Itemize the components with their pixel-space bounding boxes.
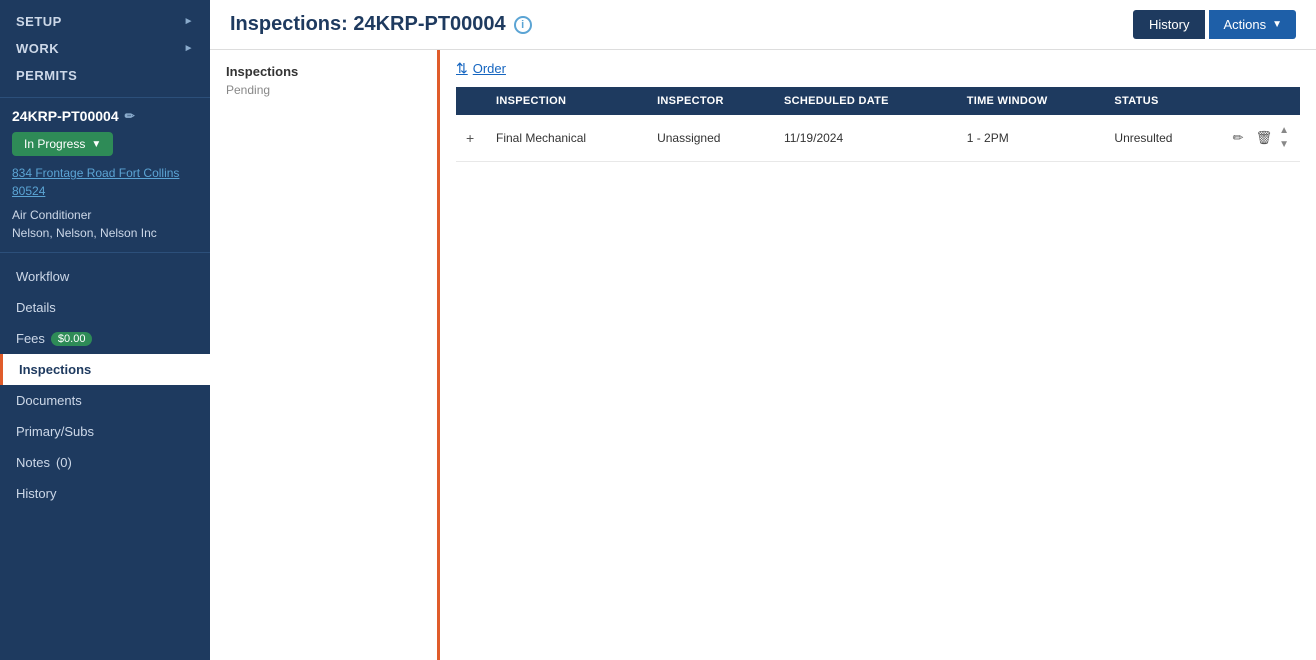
sidebar-nav: Workflow Details Fees $0.00 Inspections … xyxy=(0,253,210,660)
primary-subs-label: Primary/Subs xyxy=(16,424,94,439)
left-panel: Inspections Pending xyxy=(210,50,440,660)
header-actions: History Actions ▼ xyxy=(1133,10,1296,39)
table-row: + Final Mechanical Unassigned 11/19/2024… xyxy=(456,115,1300,162)
row-status: Unresulted xyxy=(1104,115,1218,162)
address-line2: 80524 xyxy=(12,184,45,198)
sidebar: SETUP ► WORK ► PERMITS 24KRP-PT00004 ✏ I… xyxy=(0,0,210,660)
panel-section-title: Inspections xyxy=(226,64,421,79)
col-scheduled-date: SCHEDULED DATE xyxy=(774,87,957,115)
sidebar-item-setup[interactable]: SETUP ► xyxy=(0,8,210,35)
sidebar-item-details[interactable]: Details xyxy=(0,292,210,323)
edit-row-button[interactable]: ✏ xyxy=(1229,128,1248,148)
table-header: INSPECTION INSPECTOR SCHEDULED DATE TIME… xyxy=(456,87,1300,115)
setup-label: SETUP xyxy=(16,14,62,29)
history-label: History xyxy=(16,486,56,501)
sidebar-item-permits[interactable]: PERMITS xyxy=(0,62,210,89)
work-label: WORK xyxy=(16,41,59,56)
sidebar-item-workflow[interactable]: Workflow xyxy=(0,261,210,292)
details-label: Details xyxy=(16,300,56,315)
row-action-buttons: ✏ 🗑 ▲ ▼ xyxy=(1219,115,1300,162)
actions-button[interactable]: Actions ▼ xyxy=(1209,10,1296,39)
top-navigation: SETUP ► WORK ► PERMITS xyxy=(0,0,210,98)
sidebar-item-work[interactable]: WORK ► xyxy=(0,35,210,62)
order-link[interactable]: ⇅ Order xyxy=(456,60,506,77)
sidebar-item-primary-subs[interactable]: Primary/Subs xyxy=(0,416,210,447)
page-title: Inspections: 24KRP-PT00004 i xyxy=(230,13,532,36)
delete-row-button[interactable]: 🗑 xyxy=(1252,128,1277,148)
row-inspector: Unassigned xyxy=(647,115,774,162)
permit-id-row: 24KRP-PT00004 ✏ xyxy=(12,108,198,124)
row-inspection-name: Final Mechanical xyxy=(486,115,647,162)
permit-description: Air Conditioner Nelson, Nelson, Nelson I… xyxy=(12,206,198,242)
work-chevron-icon: ► xyxy=(184,43,194,54)
desc-line1: Air Conditioner xyxy=(12,206,198,224)
actions-caret-icon: ▼ xyxy=(1272,19,1282,30)
sidebar-item-notes[interactable]: Notes (0) xyxy=(0,447,210,478)
col-time-window: TIME WINDOW xyxy=(957,87,1105,115)
sidebar-item-inspections[interactable]: Inspections xyxy=(0,354,210,385)
address-line1: 834 Frontage Road Fort Collins xyxy=(12,166,179,180)
actions-label: Actions xyxy=(1223,17,1266,32)
inspections-label: Inspections xyxy=(19,362,91,377)
main-content: Inspections: 24KRP-PT00004 i History Act… xyxy=(210,0,1316,660)
col-status: STATUS xyxy=(1104,87,1218,115)
permits-label: PERMITS xyxy=(16,68,77,83)
col-expand xyxy=(456,87,486,115)
main-header: Inspections: 24KRP-PT00004 i History Act… xyxy=(210,0,1316,50)
notes-label: Notes xyxy=(16,455,50,470)
fees-label: Fees xyxy=(16,331,45,346)
permit-edit-icon[interactable]: ✏ xyxy=(125,109,135,123)
status-arrow-icon: ▼ xyxy=(91,139,101,150)
col-inspector: INSPECTOR xyxy=(647,87,774,115)
row-scheduled-date: 11/19/2024 xyxy=(774,115,957,162)
permit-info-section: 24KRP-PT00004 ✏ In Progress ▼ 834 Fronta… xyxy=(0,98,210,253)
col-inspection: INSPECTION xyxy=(486,87,647,115)
content-area: Inspections Pending ⇅ Order INSPECTION I… xyxy=(210,50,1316,660)
permit-address[interactable]: 834 Frontage Road Fort Collins 80524 xyxy=(12,164,198,200)
sidebar-item-history[interactable]: History xyxy=(0,478,210,509)
scroll-arrow-group: ▲ ▼ xyxy=(1278,125,1290,151)
row-expand-cell[interactable]: + xyxy=(456,115,486,162)
table-body: + Final Mechanical Unassigned 11/19/2024… xyxy=(456,115,1300,162)
desc-line2: Nelson, Nelson, Nelson Inc xyxy=(12,224,198,242)
panel-section-subtitle: Pending xyxy=(226,83,421,97)
setup-chevron-icon: ► xyxy=(184,16,194,27)
sidebar-item-fees[interactable]: Fees $0.00 xyxy=(0,323,210,354)
scroll-up-button[interactable]: ▲ xyxy=(1278,125,1290,137)
scroll-down-button[interactable]: ▼ xyxy=(1278,139,1290,151)
right-panel: ⇅ Order INSPECTION INSPECTOR SCHEDULED D… xyxy=(440,50,1316,660)
notes-count: (0) xyxy=(56,455,72,470)
permit-id-text: 24KRP-PT00004 xyxy=(12,108,119,124)
status-button[interactable]: In Progress ▼ xyxy=(12,132,113,156)
info-icon[interactable]: i xyxy=(514,16,532,34)
expand-icon[interactable]: + xyxy=(466,130,474,146)
col-actions xyxy=(1219,87,1300,115)
sidebar-item-documents[interactable]: Documents xyxy=(0,385,210,416)
row-time-window: 1 - 2PM xyxy=(957,115,1105,162)
history-button[interactable]: History xyxy=(1133,10,1205,39)
documents-label: Documents xyxy=(16,393,82,408)
order-label: Order xyxy=(473,61,506,76)
row-action-group: ✏ 🗑 xyxy=(1229,128,1276,148)
inspections-table: INSPECTION INSPECTOR SCHEDULED DATE TIME… xyxy=(456,87,1300,162)
order-sort-icon: ⇅ xyxy=(456,60,468,77)
page-title-text: Inspections: 24KRP-PT00004 xyxy=(230,13,506,36)
fees-badge: $0.00 xyxy=(51,332,93,346)
status-label: In Progress xyxy=(24,137,85,151)
workflow-label: Workflow xyxy=(16,269,69,284)
